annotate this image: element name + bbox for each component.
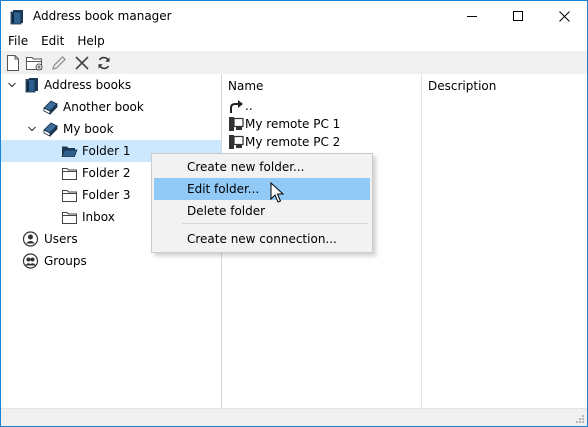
tree-item-my-book[interactable]: My book bbox=[1, 118, 221, 140]
list-item-label: .. bbox=[245, 99, 253, 113]
list-item-label: My remote PC 2 bbox=[245, 135, 341, 149]
delete-x-icon bbox=[75, 56, 89, 70]
maximize-icon bbox=[513, 11, 523, 21]
chevron-down-icon[interactable] bbox=[7, 80, 17, 90]
menu-bar: File Edit Help bbox=[1, 32, 587, 51]
new-folder-button[interactable] bbox=[26, 54, 44, 72]
remote-pc-icon bbox=[229, 135, 244, 149]
menu-delete-folder[interactable]: Delete folder bbox=[154, 200, 370, 222]
minimize-button[interactable] bbox=[449, 1, 495, 31]
address-books-icon bbox=[25, 78, 38, 93]
new-folder-icon bbox=[26, 57, 43, 71]
menu-create-new-folder[interactable]: Create new folder... bbox=[154, 156, 370, 178]
folder-icon bbox=[62, 212, 77, 224]
tree-label: My book bbox=[63, 122, 114, 136]
menu-create-new-connection[interactable]: Create new connection... bbox=[154, 228, 370, 250]
user-icon bbox=[22, 231, 39, 247]
tree-label: Folder 2 bbox=[82, 166, 131, 180]
book-icon bbox=[43, 122, 58, 137]
list-item[interactable]: My remote PC 2 bbox=[226, 133, 416, 151]
menu-edit-folder[interactable]: Edit folder... bbox=[154, 178, 370, 200]
title-bar[interactable]: Address book manager bbox=[1, 1, 587, 32]
toolbar bbox=[1, 51, 587, 74]
menu-separator bbox=[182, 223, 368, 224]
status-bar bbox=[1, 408, 587, 426]
column-header-name[interactable]: Name bbox=[228, 74, 423, 98]
refresh-button[interactable] bbox=[95, 54, 113, 72]
tree-item-another-book[interactable]: Another book bbox=[1, 96, 221, 118]
tree-label: Inbox bbox=[82, 210, 115, 224]
tree-item-address-books[interactable]: Address books bbox=[1, 74, 221, 96]
list-item[interactable]: My remote PC 1 bbox=[226, 115, 416, 133]
tree-label: Another book bbox=[63, 100, 144, 114]
context-menu: Create new folder... Edit folder... Dele… bbox=[151, 153, 373, 253]
maximize-button[interactable] bbox=[495, 1, 541, 31]
list-item-label: My remote PC 1 bbox=[245, 117, 341, 131]
tree-label: Folder 3 bbox=[82, 188, 131, 202]
resize-grip-icon[interactable] bbox=[574, 413, 584, 423]
remote-pc-icon bbox=[229, 117, 244, 131]
tree-label: Address books bbox=[44, 78, 132, 92]
column-divider[interactable] bbox=[421, 74, 422, 408]
refresh-icon bbox=[98, 56, 110, 70]
address-book-icon bbox=[9, 9, 25, 25]
folder-icon bbox=[62, 190, 77, 202]
new-document-icon bbox=[7, 55, 19, 71]
mouse-pointer-icon bbox=[270, 182, 284, 203]
group-icon bbox=[22, 253, 39, 269]
window-title: Address book manager bbox=[33, 9, 172, 23]
minimize-icon bbox=[467, 16, 477, 17]
menu-edit[interactable]: Edit bbox=[34, 32, 70, 51]
folder-icon bbox=[62, 168, 77, 180]
menu-file[interactable]: File bbox=[1, 32, 34, 51]
new-item-button[interactable] bbox=[4, 54, 22, 72]
edit-button[interactable] bbox=[50, 54, 68, 72]
column-header-description[interactable]: Description bbox=[428, 74, 578, 98]
up-arrow-icon bbox=[230, 100, 243, 113]
chevron-down-icon[interactable] bbox=[27, 124, 37, 134]
delete-button[interactable] bbox=[73, 54, 91, 72]
close-button[interactable] bbox=[541, 1, 587, 31]
edit-pencil-icon bbox=[52, 56, 66, 70]
list-item-parent[interactable]: .. bbox=[226, 97, 416, 115]
tree-label: Users bbox=[44, 232, 78, 246]
folder-open-icon bbox=[61, 146, 78, 157]
tree-label: Groups bbox=[44, 254, 87, 268]
tree-label: Folder 1 bbox=[82, 144, 131, 158]
menu-help[interactable]: Help bbox=[70, 32, 110, 51]
book-icon bbox=[43, 100, 58, 115]
close-icon bbox=[558, 10, 570, 22]
